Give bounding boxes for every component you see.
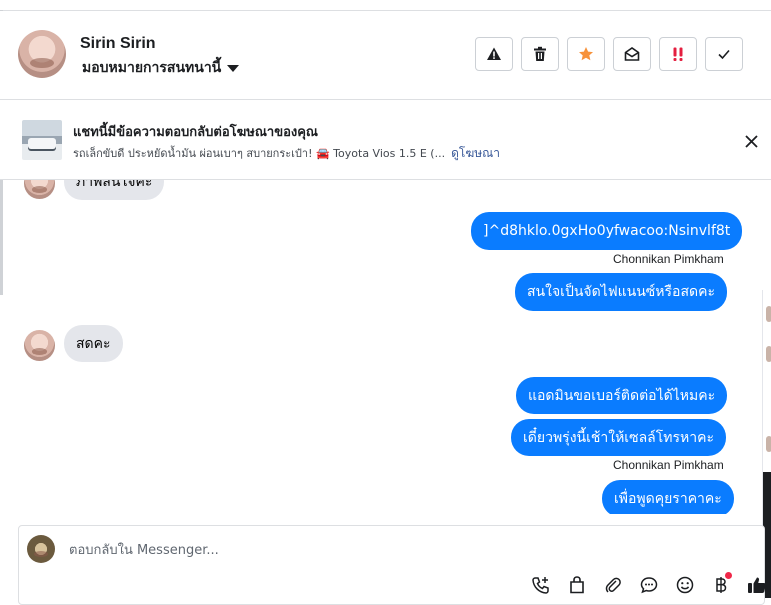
star-icon <box>579 47 593 61</box>
view-ad-link[interactable]: ดูโฆษณา <box>451 146 500 160</box>
notification-dot <box>725 572 732 579</box>
close-icon <box>744 134 758 148</box>
header-actions <box>475 37 743 71</box>
mark-unread-button[interactable] <box>613 37 651 71</box>
message-bubble-outgoing: แอดมินขอเบอร์ติดต่อได้ไหมคะ <box>516 377 728 414</box>
follow-up-button[interactable] <box>659 37 697 71</box>
add-call-icon <box>532 577 549 594</box>
message-bubble-outgoing: เดี๋ยวพรุ่งนี้เช้าให้เซลล์โทรหาคะ <box>511 419 726 456</box>
report-spam-button[interactable] <box>475 37 513 71</box>
assign-label: มอบหมายการสนทนานี้ <box>82 60 222 76</box>
mark-done-button[interactable] <box>705 37 743 71</box>
warning-icon <box>487 47 501 60</box>
message-bubble-outgoing: สนใจเป็นจัดไฟแนนซ์หรือสดคะ <box>515 273 727 311</box>
conversation-header: Sirin Sirin มอบหมายการสนทนานี้ <box>0 11 771 100</box>
message-bubble-incoming: สดคะ <box>64 325 123 362</box>
avatar-thumb <box>766 346 771 362</box>
avatar-thumb <box>766 306 771 322</box>
message-bubble-outgoing: ]^d8hklo.0gxHo0yfwacoo:Nsinvlf8t <box>471 212 743 250</box>
speech-bubble-icon <box>640 577 658 594</box>
page-avatar <box>27 535 55 563</box>
composer-toolbar <box>527 572 771 596</box>
smiley-icon <box>676 576 694 594</box>
message-bubble-incoming: ภาพสนใจคะ <box>64 180 165 200</box>
ad-thumbnail[interactable] <box>22 120 62 160</box>
ad-banner-title: แชทนี้มีข้อความตอบกลับต่อโฆษณาของคุณ <box>73 125 318 140</box>
delete-button[interactable] <box>521 37 559 71</box>
add-call-button[interactable] <box>527 574 555 596</box>
attach-file-button[interactable] <box>599 574 627 596</box>
reply-composer <box>18 525 766 605</box>
saved-replies-button[interactable] <box>635 574 663 596</box>
message-bubble-outgoing: เพื่อพูดคุยราคาคะ <box>602 480 734 514</box>
ad-reply-banner: แชทนี้มีข้อความตอบกลับต่อโฆษณาของคุณ รถเ… <box>0 100 771 180</box>
ad-description-text: รถเล็กขับดี ประหยัดน้ำมัน ผ่อนเบาๆ สบายก… <box>73 147 446 160</box>
double-exclamation-icon <box>673 47 683 61</box>
envelope-open-icon <box>624 47 640 61</box>
emoji-button[interactable] <box>671 574 699 596</box>
contact-name[interactable]: Sirin Sirin <box>80 35 156 53</box>
contact-avatar-small <box>24 330 55 361</box>
shopping-bag-icon <box>570 576 584 594</box>
send-like-button[interactable] <box>743 574 771 596</box>
shop-button[interactable] <box>563 574 591 596</box>
contact-avatar[interactable] <box>18 30 66 78</box>
sender-name: Chonnikan Pimkham <box>613 252 724 266</box>
top-bar <box>0 0 771 11</box>
star-button[interactable] <box>567 37 605 71</box>
sender-name: Chonnikan Pimkham <box>613 458 724 472</box>
paperclip-icon <box>605 577 621 593</box>
contact-avatar-small <box>24 180 55 199</box>
close-banner-button[interactable] <box>741 131 761 151</box>
check-icon <box>718 49 730 60</box>
baht-icon <box>716 577 727 593</box>
reply-input[interactable] <box>67 539 711 561</box>
ad-banner-description: รถเล็กขับดี ประหยัดน้ำมัน ผ่อนเบาๆ สบายก… <box>73 144 500 163</box>
payment-button[interactable] <box>707 572 735 596</box>
thumbs-up-icon <box>748 577 766 593</box>
assign-conversation-dropdown[interactable]: มอบหมายการสนทนานี้ <box>82 57 240 79</box>
trash-icon <box>534 46 546 61</box>
caret-down-icon <box>227 65 240 72</box>
avatar-thumb <box>766 436 771 452</box>
message-thread[interactable]: ภาพสนใจคะ ]^d8hklo.0gxHo0yfwacoo:Nsinvlf… <box>0 180 762 514</box>
